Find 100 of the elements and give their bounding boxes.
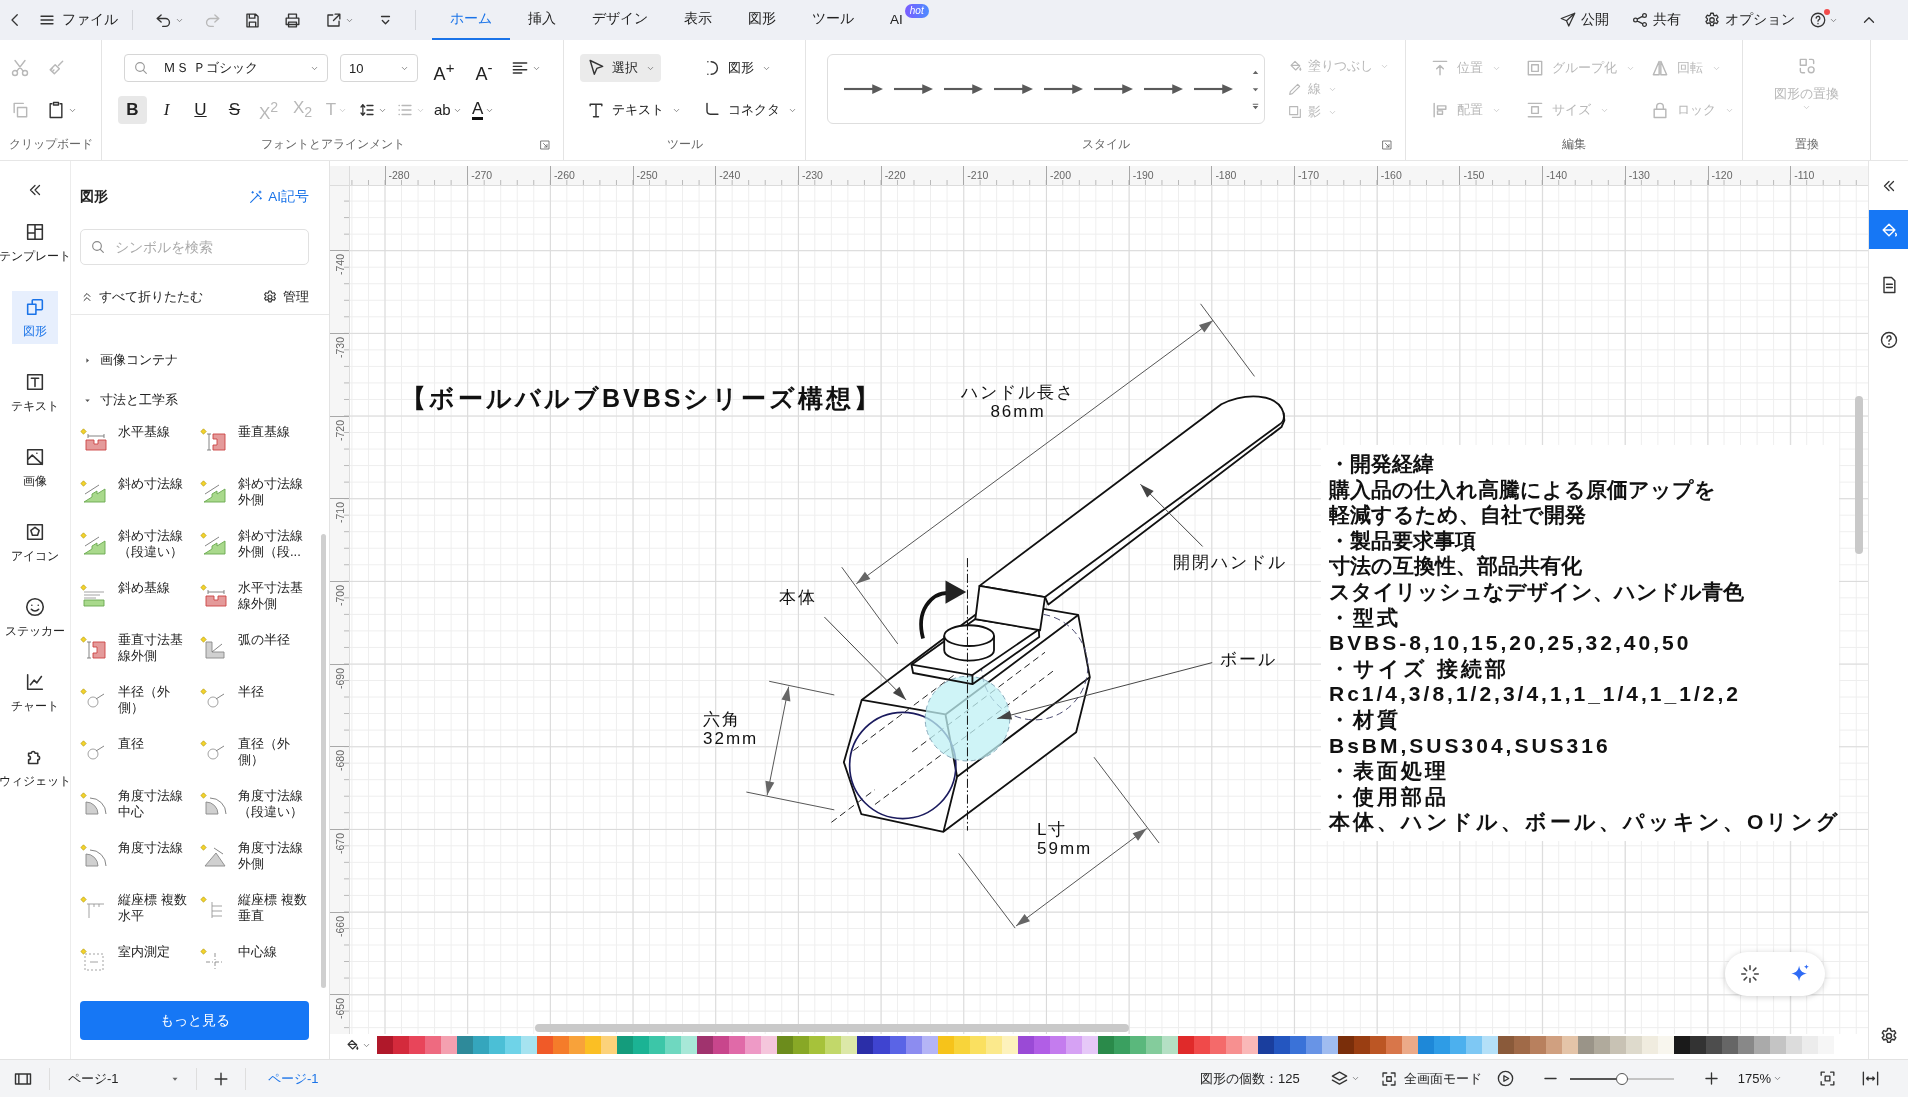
layers-icon[interactable] [1329,1069,1349,1088]
shape-item[interactable]: 斜め寸法線外側（段... [200,518,320,570]
fullscreen-button[interactable]: 全画面モード [1379,1069,1482,1088]
sidebar-item[interactable]: アイコン [0,516,70,569]
ribbon-tab[interactable]: AI [872,0,905,40]
burst-icon[interactable] [1739,963,1761,985]
color-swatch[interactable] [1802,1036,1819,1054]
zoom-level[interactable]: 175% [1737,1071,1771,1086]
color-swatch[interactable] [1498,1036,1515,1054]
dialog-launcher-icon[interactable] [539,138,551,151]
play-icon[interactable] [1495,1069,1515,1088]
color-swatch[interactable] [873,1036,890,1054]
shape-item[interactable]: 半径（外側） [80,674,200,726]
clipboard-icon[interactable] [46,100,66,120]
format-button[interactable]: ab [432,96,464,124]
category-header[interactable]: 画像コンテナ [71,340,178,380]
ribbon-tab[interactable]: デザイン [574,0,666,40]
color-swatch[interactable] [569,1036,586,1054]
shape-item[interactable]: 角度寸法線外側 [200,830,320,882]
color-swatch[interactable] [521,1036,538,1054]
color-swatch[interactable] [697,1036,714,1054]
fit-page-icon[interactable] [1818,1069,1837,1088]
shape-item[interactable]: 斜め寸法線 [80,466,200,518]
options-button[interactable]: オプション [1703,5,1795,35]
color-swatch[interactable] [601,1036,618,1054]
arrow-style-preview[interactable] [944,83,983,95]
tool-button[interactable]: 選択 [580,54,661,82]
shape-item[interactable]: 直径 [80,726,200,778]
format-button[interactable]: I [152,96,181,124]
format-button[interactable]: B [118,96,147,124]
tool-button[interactable]: テキスト [580,96,687,124]
ribbon-tab[interactable]: 表示 [666,0,730,40]
color-swatch[interactable] [473,1036,490,1054]
shape-item[interactable]: 垂直基線 [200,414,320,466]
color-swatch[interactable] [377,1036,393,1054]
color-swatch[interactable] [1722,1036,1739,1054]
color-swatch[interactable] [1546,1036,1563,1054]
color-swatch[interactable] [745,1036,762,1054]
fit-width-icon[interactable] [1861,1069,1880,1088]
arrow-style-preview[interactable] [894,83,933,95]
color-swatch[interactable] [441,1036,458,1054]
color-swatch[interactable] [633,1036,650,1054]
shrink-font-button[interactable]: A$^{-}$ [470,54,498,82]
color-swatch[interactable] [1482,1036,1499,1054]
color-swatch[interactable] [1658,1036,1675,1054]
caret-icon[interactable] [1773,1074,1782,1083]
color-swatch[interactable] [617,1036,634,1054]
manage-button[interactable]: 管理 [262,288,309,306]
fill-color-icon[interactable] [344,1037,360,1053]
arrow-style-preview[interactable] [1094,83,1133,95]
print-icon[interactable] [283,10,302,30]
dialog-launcher-icon[interactable] [1381,138,1393,151]
arrow-style-preview[interactable] [1144,83,1183,95]
color-swatch[interactable] [793,1036,810,1054]
ribbon-tab[interactable]: 図形 [730,0,794,40]
sidebar-item[interactable]: ステッカー [0,591,70,644]
arrow-style-preview[interactable] [1044,83,1083,95]
color-swatch[interactable] [761,1036,778,1054]
sidebar-item[interactable]: ウィジェット [0,741,70,794]
sidebar-item[interactable]: テンプレート [0,216,70,269]
format-button[interactable]: S [220,96,249,124]
color-swatch[interactable] [1594,1036,1611,1054]
shape-item[interactable]: 直径（外側） [200,726,320,778]
collapse-all-button[interactable]: すべて折りたたむ [80,288,203,306]
color-swatch[interactable] [1562,1036,1579,1054]
color-swatch[interactable] [1770,1036,1787,1054]
color-swatch[interactable] [729,1036,746,1054]
color-swatch[interactable] [1786,1036,1803,1054]
grow-font-button[interactable]: A$^{+}$ [430,54,458,82]
search-field[interactable]: シンボルを検索 [80,229,309,265]
color-swatch[interactable] [1450,1036,1467,1054]
sidebar-item[interactable]: 画像 [0,441,70,494]
scrollbar-thumb[interactable] [321,534,326,988]
sidebar-item[interactable]: チャート [0,666,70,719]
arrow-style-preview[interactable] [844,83,883,95]
ribbon-tab[interactable]: 挿入 [510,0,574,40]
scrollbar-thumb[interactable] [1855,396,1863,554]
color-swatch[interactable] [457,1036,474,1054]
save-icon[interactable] [243,10,262,30]
color-swatch[interactable] [1610,1036,1627,1054]
color-swatch[interactable] [825,1036,842,1054]
tool-button[interactable]: コネクタ [696,96,803,124]
zoom-slider-thumb[interactable] [1615,1072,1628,1085]
shape-item[interactable]: 水平寸法基線外側 [200,570,320,622]
color-swatch[interactable] [1706,1036,1723,1054]
shape-item[interactable]: 斜め基線 [80,570,200,622]
color-swatch[interactable] [537,1036,554,1054]
color-swatch[interactable] [857,1036,874,1054]
format-button[interactable]: A [468,96,498,124]
sidebar-item[interactable]: テキスト [0,366,70,419]
color-swatch[interactable] [1530,1036,1547,1054]
page-select[interactable]: ページ-1 [68,1069,180,1088]
shape-item[interactable]: 斜め寸法線外側 [200,466,320,518]
color-swatch[interactable] [1466,1036,1483,1054]
color-swatch[interactable] [713,1036,730,1054]
format-button[interactable]: U [186,96,215,124]
color-swatch[interactable] [1674,1036,1691,1054]
color-swatch[interactable] [777,1036,794,1054]
shape-item[interactable]: 縦座標 複数水平 [80,882,200,934]
color-swatch[interactable] [393,1036,410,1054]
